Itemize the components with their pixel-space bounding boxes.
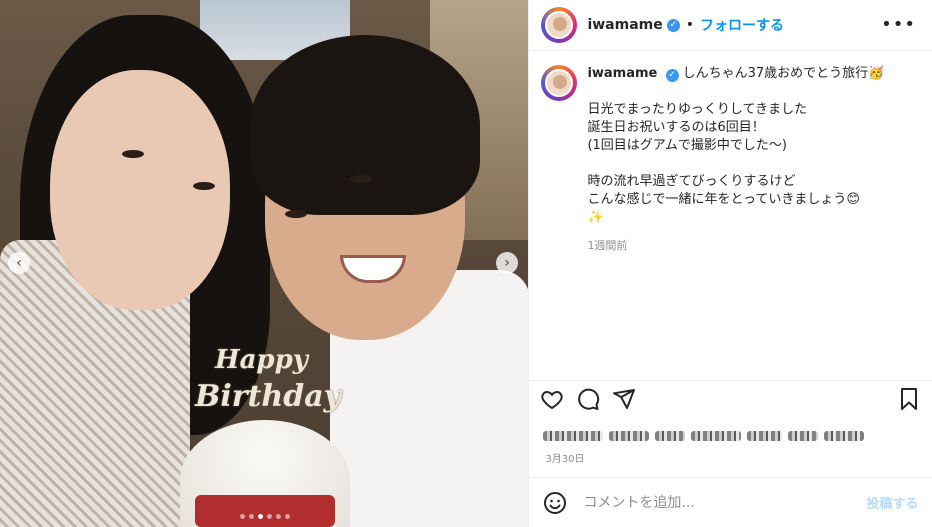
- caption-text: iwamame ✓ しんちゃん37歳おめでとう旅行🥳 日光でまったりゆっくりして…: [587, 65, 907, 351]
- post-date[interactable]: 3月30日: [545, 450, 584, 465]
- carousel-dot: [248, 514, 254, 519]
- caption-avatar[interactable]: [541, 65, 578, 101]
- carousel-dot: [275, 514, 281, 519]
- follow-button[interactable]: フォローする: [700, 15, 784, 35]
- like-button[interactable]: [539, 386, 565, 412]
- caption: iwamame ✓ しんちゃん37歳おめでとう旅行🥳 日光でまったりゆっくりして…: [529, 51, 932, 351]
- comment-icon: [578, 388, 600, 410]
- chevron-right-icon: ›: [504, 255, 510, 271]
- topper-line-2: Birthday: [195, 379, 342, 414]
- post-modal: Happy Birthday ‹ › iwamame ✓ • フォローする ••…: [0, 0, 932, 527]
- topper-line-1: Happy: [215, 345, 308, 375]
- chevron-left-icon: ‹: [16, 255, 22, 271]
- next-photo-button[interactable]: ›: [496, 252, 518, 274]
- avatar[interactable]: [541, 7, 578, 43]
- caption-verified-icon: ✓: [665, 68, 679, 82]
- caption-line-2: 日光でまったりゆっくりしてきました: [587, 102, 808, 117]
- caption-timestamp[interactable]: 1週間前: [587, 237, 907, 255]
- blurred-text: [788, 431, 819, 441]
- carousel-dot: [257, 514, 263, 519]
- post-actions: [529, 380, 932, 416]
- blurred-text: [824, 431, 865, 441]
- cake-ribbon: [195, 495, 335, 527]
- bookmark-icon: [901, 387, 918, 410]
- woman-eye-left: [122, 150, 144, 158]
- caption-line-4: (1回目はグアムで撮影中でした〜): [587, 138, 787, 153]
- blurred-text: [747, 431, 783, 441]
- blurred-text: [691, 431, 742, 441]
- share-button[interactable]: [611, 386, 637, 412]
- caption-line-7: ✨: [587, 210, 604, 225]
- more-options-icon[interactable]: •••: [881, 14, 916, 35]
- carousel-dot: [239, 514, 245, 519]
- caption-line-1: しんちゃん37歳おめでとう旅行🥳: [682, 66, 885, 81]
- man-hair: [250, 35, 480, 215]
- caption-line-6: こんな感じで一緒に年をとっていきましょう😊: [587, 192, 860, 207]
- woman-face: [50, 70, 230, 310]
- comment-button[interactable]: [575, 386, 601, 412]
- post-header: iwamame ✓ • フォローする •••: [529, 0, 932, 51]
- heart-icon: [541, 390, 564, 409]
- comment-input[interactable]: [581, 493, 867, 512]
- caption-line-5: 時の流れ早過ぎてびっくりするけど: [587, 174, 796, 189]
- carousel-dots: [0, 514, 528, 519]
- blurred-text: [609, 431, 650, 441]
- man-eye-left: [285, 210, 307, 218]
- caption-line-3: 誕生日お祝いするのは6回目！: [587, 120, 765, 135]
- liked-by-row[interactable]: [543, 424, 913, 448]
- carousel-dot: [284, 514, 290, 519]
- save-button[interactable]: [896, 386, 922, 412]
- header-separator: •: [685, 17, 695, 33]
- comment-bar: 投稿する: [529, 477, 932, 527]
- post-photo[interactable]: Happy Birthday ‹ ›: [0, 0, 529, 527]
- previous-photo-button[interactable]: ‹: [8, 252, 30, 274]
- emoji-icon[interactable]: [543, 491, 567, 515]
- post-comment-button[interactable]: 投稿する: [866, 493, 918, 512]
- post-side-panel: iwamame ✓ • フォローする ••• iwamame ✓ しんちゃん37…: [528, 0, 932, 527]
- caption-username[interactable]: iwamame: [587, 66, 657, 81]
- header-username[interactable]: iwamame: [587, 17, 662, 33]
- send-icon: [613, 388, 636, 409]
- blurred-text: [655, 431, 686, 441]
- blurred-text: [543, 431, 604, 441]
- verified-badge-icon: ✓: [666, 18, 680, 32]
- man-eye-right: [350, 175, 372, 183]
- carousel-dot: [266, 514, 272, 519]
- happy-birthday-topper: Happy Birthday: [195, 345, 345, 425]
- woman-eye-right: [193, 182, 215, 190]
